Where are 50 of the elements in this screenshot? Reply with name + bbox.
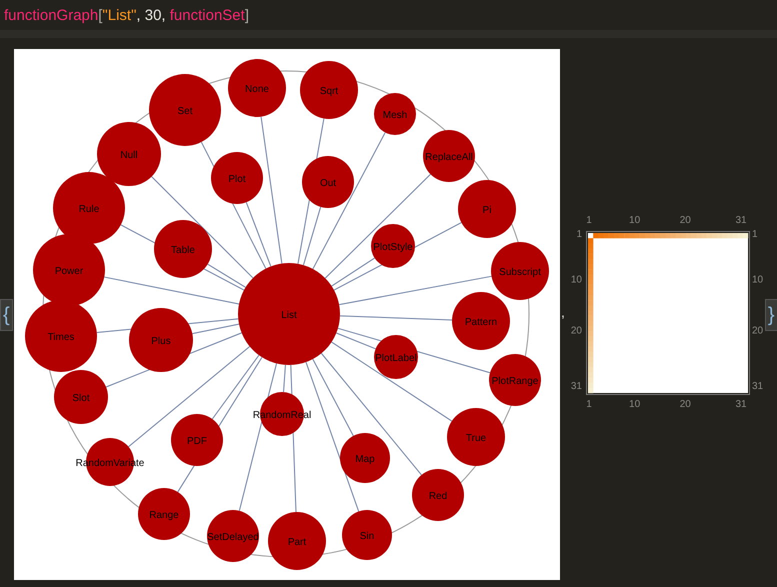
graph-node: None: [228, 59, 286, 117]
graph-node: List: [238, 263, 340, 365]
tick-label: 20: [752, 325, 764, 336]
graph-node: Subscript: [491, 242, 549, 300]
tick-label: 31: [735, 399, 746, 410]
graph-node: Set: [149, 74, 221, 146]
graph-node: Null: [97, 122, 161, 186]
graph-node: Power: [33, 234, 105, 306]
graph-node: Out: [302, 156, 354, 208]
graph-node: ReplaceAll: [423, 130, 475, 182]
close-brace: }: [764, 299, 777, 331]
graph-node: SetDelayed: [207, 510, 259, 562]
graph-node: Pattern: [452, 292, 510, 350]
tick-label: 10: [752, 274, 764, 286]
graph-node: Map: [340, 433, 390, 483]
graph-node: Plot: [211, 152, 263, 204]
graph-node: Red: [412, 469, 464, 521]
graph-node: PlotRange: [489, 354, 541, 406]
tick-label: 10: [628, 215, 640, 226]
open-brace: {: [0, 299, 13, 331]
graph-node: Rule: [53, 172, 125, 244]
tick-label: 1: [752, 229, 758, 240]
graph-node: Table: [154, 220, 212, 278]
tick-label: 31: [752, 381, 764, 392]
tick-label: 10: [628, 399, 640, 410]
tick-label: 1: [576, 229, 582, 240]
tick-label: 1: [586, 215, 592, 226]
code-input[interactable]: functionGraph["List", 30, functionSet]: [4, 6, 249, 24]
graph-node: True: [447, 408, 505, 466]
tick-label: 31: [735, 215, 746, 226]
graph-node: PlotStyle: [371, 224, 415, 268]
graph-node: Mesh: [374, 93, 416, 135]
edge-line: [283, 364, 286, 393]
graph-node: PlotLabel: [374, 335, 418, 379]
graph-node: PDF: [171, 414, 223, 466]
graph-node: Sqrt: [300, 61, 358, 119]
graph-node: Sin: [342, 510, 392, 560]
separator-comma: ,: [561, 304, 565, 320]
graph-node: Range: [138, 488, 190, 540]
graph-node: Pi: [458, 180, 516, 238]
tick-label: 10: [570, 274, 582, 286]
graph-node: Slot: [54, 370, 108, 424]
graph-node: Plus: [129, 308, 193, 372]
tick-label: 20: [680, 399, 691, 410]
tick-label: 31: [570, 381, 582, 392]
graph-node: Times: [25, 300, 97, 372]
graph-node: Part: [268, 512, 326, 570]
tick-label: 1: [586, 399, 592, 410]
tick-label: 20: [680, 215, 691, 226]
tick-label: 20: [570, 325, 582, 336]
